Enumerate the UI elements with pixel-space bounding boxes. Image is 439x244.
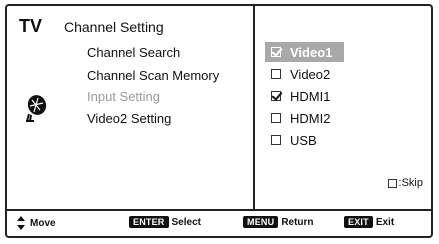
help-move-label: Move [30, 217, 56, 229]
skip-legend: :Skip [387, 177, 423, 189]
exit-key-icon: EXIT [344, 216, 373, 228]
enter-key-icon: ENTER [129, 216, 169, 228]
help-select: ENTER Select [129, 216, 201, 228]
help-return: MENU Return [243, 216, 314, 228]
tv-osd-screen: TV Channel Setting Channel Search Channe… [5, 4, 433, 238]
satellite-dish-icon [26, 95, 47, 122]
source-option-usb[interactable]: USB [271, 130, 317, 150]
source-list-pane: Video1 Video2 HDMI1 HDMI2 USB :Skip [255, 6, 431, 209]
help-exit: EXIT Exit [344, 216, 394, 228]
help-exit-label: Exit [375, 216, 395, 228]
source-option-hdmi1[interactable]: HDMI1 [271, 86, 330, 106]
footer-help-bar: Move ENTER Select MENU Return EXIT Exit [7, 209, 431, 236]
menu-pane: TV Channel Setting Channel Search Channe… [7, 6, 255, 209]
checkbox-empty-icon [271, 69, 281, 79]
source-option-hdmi2[interactable]: HDMI2 [271, 108, 330, 128]
source-label: HDMI1 [290, 88, 331, 104]
menu-item-input-setting: Input Setting [87, 89, 160, 104]
checkbox-checked-icon [271, 91, 281, 101]
source-option-video2[interactable]: Video2 [271, 64, 330, 84]
help-return-label: Return [281, 216, 314, 228]
checkbox-checked-icon [271, 47, 281, 57]
source-option-video1[interactable]: Video1 [265, 42, 345, 62]
menu-title: Channel Setting [64, 19, 164, 35]
up-down-arrows-icon [17, 216, 25, 230]
source-label: Video2 [290, 66, 331, 82]
source-label: HDMI2 [290, 110, 331, 126]
help-select-label: Select [171, 216, 201, 228]
checkbox-empty-icon [387, 178, 397, 188]
skip-legend-label: :Skip [398, 177, 423, 189]
menu-key-icon: MENU [243, 216, 279, 228]
menu-item-channel-search[interactable]: Channel Search [87, 45, 180, 60]
menu-item-channel-scan-memory[interactable]: Channel Scan Memory [87, 68, 219, 83]
checkbox-empty-icon [271, 135, 281, 145]
help-move: Move [17, 216, 56, 230]
checkbox-empty-icon [271, 113, 281, 123]
source-label: Video1 [290, 44, 333, 60]
tv-mode-label: TV [19, 16, 43, 36]
source-label: USB [290, 132, 317, 148]
menu-item-video2-setting[interactable]: Video2 Setting [87, 111, 171, 126]
